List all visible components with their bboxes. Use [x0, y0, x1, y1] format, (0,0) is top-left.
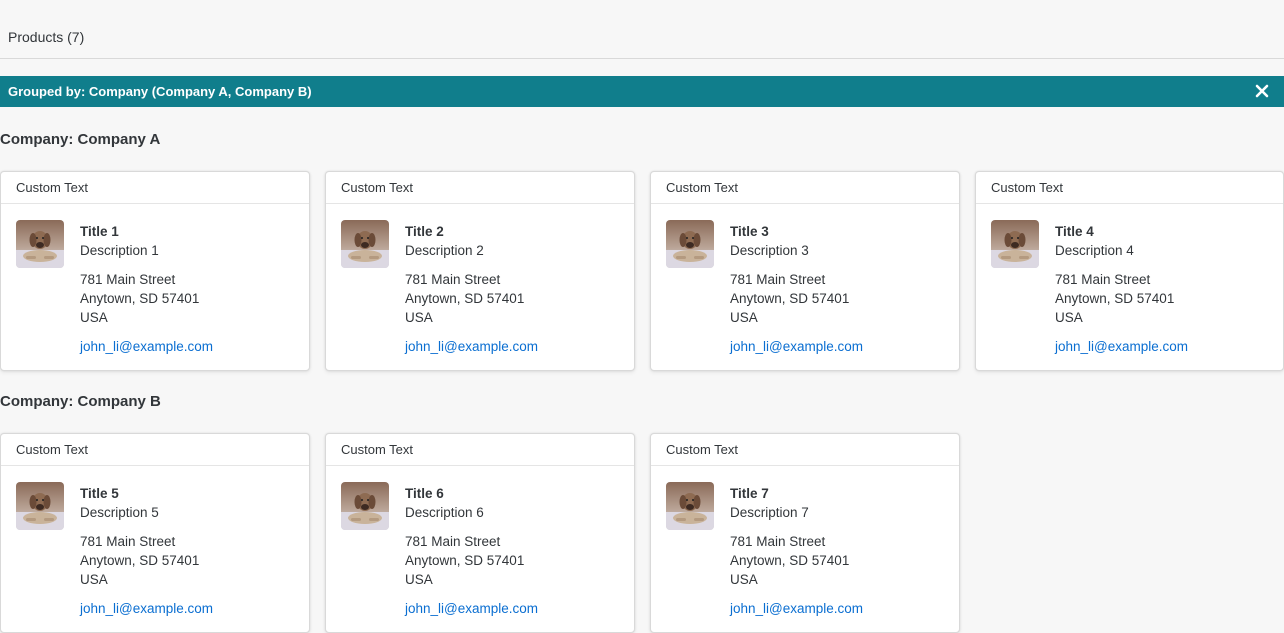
address-country: USA	[1055, 310, 1083, 325]
card-header-text: Custom Text	[341, 180, 414, 195]
card-header-text: Custom Text	[16, 180, 89, 195]
address-city: Anytown, SD 57401	[1055, 291, 1175, 306]
email-link[interactable]: john_li@example.com	[80, 599, 213, 618]
email-link[interactable]: john_li@example.com	[1055, 337, 1188, 356]
card-title: Title 2	[405, 224, 444, 239]
card-description: Description 6	[405, 505, 484, 520]
address-street: 781 Main Street	[730, 534, 826, 549]
address-street: 781 Main Street	[730, 272, 826, 287]
address-country: USA	[405, 310, 433, 325]
address-street: 781 Main Street	[405, 534, 501, 549]
product-thumbnail	[16, 482, 64, 530]
card-header-text: Custom Text	[341, 442, 414, 457]
product-thumbnail	[991, 220, 1039, 268]
product-thumbnail	[666, 220, 714, 268]
card-title: Title 4	[1055, 224, 1094, 239]
address-country: USA	[730, 310, 758, 325]
card-title: Title 1	[80, 224, 119, 239]
product-thumbnail	[341, 220, 389, 268]
address-street: 781 Main Street	[80, 534, 176, 549]
card-description: Description 5	[80, 505, 159, 520]
card-title: Title 7	[730, 486, 769, 501]
dog-photo-icon	[16, 482, 64, 530]
list-toolbar: Products (7)	[0, 0, 1284, 59]
product-card-title-7[interactable]: Custom Text Title 7 Description 7 781 Ma…	[650, 433, 960, 633]
card-body: Title 2 Description 2 781 Main Street An…	[326, 204, 634, 370]
product-thumbnail	[16, 220, 64, 268]
card-content: Title 6 Description 6 781 Main Street An…	[405, 484, 538, 618]
card-body: Title 1 Description 1 781 Main Street An…	[1, 204, 309, 370]
dog-photo-icon	[341, 482, 389, 530]
card-description: Description 3	[730, 243, 809, 258]
card-header: Custom Text	[1, 434, 309, 466]
address-country: USA	[80, 310, 108, 325]
dog-photo-icon	[666, 482, 714, 530]
dog-photo-icon	[341, 220, 389, 268]
product-card-title-5[interactable]: Custom Text Title 5 Description 5 781 Ma…	[0, 433, 310, 633]
product-card-title-3[interactable]: Custom Text Title 3 Description 3 781 Ma…	[650, 171, 960, 371]
card-title: Title 6	[405, 486, 444, 501]
card-body: Title 4 Description 4 781 Main Street An…	[976, 204, 1283, 370]
email-link[interactable]: john_li@example.com	[405, 599, 538, 618]
card-description: Description 7	[730, 505, 809, 520]
card-body: Title 6 Description 6 781 Main Street An…	[326, 466, 634, 632]
card-description: Description 2	[405, 243, 484, 258]
card-content: Title 1 Description 1 781 Main Street An…	[80, 222, 213, 356]
email-link[interactable]: john_li@example.com	[730, 337, 863, 356]
address-city: Anytown, SD 57401	[405, 553, 525, 568]
card-title: Title 3	[730, 224, 769, 239]
card-content: Title 3 Description 3 781 Main Street An…	[730, 222, 863, 356]
grouping-label: Grouped by: Company (Company A, Company …	[8, 84, 312, 99]
dog-photo-icon	[16, 220, 64, 268]
address-city: Anytown, SD 57401	[80, 553, 200, 568]
product-card-title-2[interactable]: Custom Text Title 2 Description 2 781 Ma…	[325, 171, 635, 371]
address-city: Anytown, SD 57401	[405, 291, 525, 306]
card-content: Title 4 Description 4 781 Main Street An…	[1055, 222, 1188, 356]
card-header: Custom Text	[326, 172, 634, 204]
address-country: USA	[80, 572, 108, 587]
group-header-company-b: Company: Company B	[0, 393, 161, 410]
card-header: Custom Text	[651, 172, 959, 204]
grouping-info-bar: Grouped by: Company (Company A, Company …	[0, 76, 1284, 107]
card-header: Custom Text	[651, 434, 959, 466]
card-header: Custom Text	[326, 434, 634, 466]
product-card-title-6[interactable]: Custom Text Title 6 Description 6 781 Ma…	[325, 433, 635, 633]
card-header-text: Custom Text	[991, 180, 1064, 195]
card-header-text: Custom Text	[666, 442, 739, 457]
card-description: Description 4	[1055, 243, 1134, 258]
product-thumbnail	[341, 482, 389, 530]
list-title: Products (7)	[8, 29, 85, 45]
card-header-text: Custom Text	[16, 442, 89, 457]
email-link[interactable]: john_li@example.com	[730, 599, 863, 618]
product-card-title-1[interactable]: Custom Text Title 1 Description 1 781 Ma…	[0, 171, 310, 371]
dog-photo-icon	[991, 220, 1039, 268]
address-country: USA	[730, 572, 758, 587]
product-card-title-4[interactable]: Custom Text Title 4 Description 4 781 Ma…	[975, 171, 1284, 371]
product-thumbnail	[666, 482, 714, 530]
close-icon[interactable]	[1250, 78, 1274, 104]
address-city: Anytown, SD 57401	[80, 291, 200, 306]
group-header-company-a: Company: Company A	[0, 131, 161, 148]
card-title: Title 5	[80, 486, 119, 501]
card-header-text: Custom Text	[666, 180, 739, 195]
email-link[interactable]: john_li@example.com	[80, 337, 213, 356]
address-street: 781 Main Street	[1055, 272, 1151, 287]
card-description: Description 1	[80, 243, 159, 258]
address-street: 781 Main Street	[80, 272, 176, 287]
card-body: Title 5 Description 5 781 Main Street An…	[1, 466, 309, 632]
address-street: 781 Main Street	[405, 272, 501, 287]
card-header: Custom Text	[976, 172, 1283, 204]
address-city: Anytown, SD 57401	[730, 553, 850, 568]
email-link[interactable]: john_li@example.com	[405, 337, 538, 356]
card-body: Title 3 Description 3 781 Main Street An…	[651, 204, 959, 370]
dog-photo-icon	[666, 220, 714, 268]
card-content: Title 7 Description 7 781 Main Street An…	[730, 484, 863, 618]
address-city: Anytown, SD 57401	[730, 291, 850, 306]
card-content: Title 2 Description 2 781 Main Street An…	[405, 222, 538, 356]
card-content: Title 5 Description 5 781 Main Street An…	[80, 484, 213, 618]
address-country: USA	[405, 572, 433, 587]
card-body: Title 7 Description 7 781 Main Street An…	[651, 466, 959, 632]
card-header: Custom Text	[1, 172, 309, 204]
